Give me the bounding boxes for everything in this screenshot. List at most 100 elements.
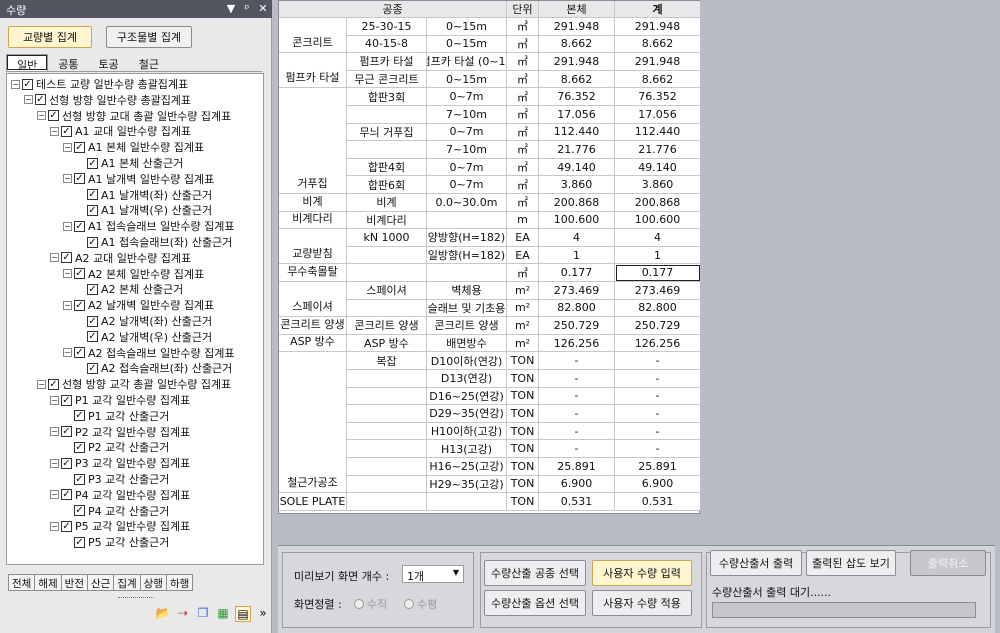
table-cell[interactable] bbox=[347, 387, 427, 406]
tree-checkbox[interactable]: ✓ bbox=[87, 283, 98, 295]
select-work-button[interactable]: 수량산출 공종 선택 bbox=[484, 560, 586, 586]
table-cell[interactable] bbox=[427, 211, 507, 230]
tree-collapse-icon[interactable]: − bbox=[63, 348, 72, 358]
table-cell[interactable]: m bbox=[507, 211, 539, 230]
table-cell[interactable]: 벽체용 bbox=[427, 282, 507, 300]
tree-node[interactable]: ✓ P3 교각 산출근거 bbox=[63, 471, 169, 487]
tree-collapse-icon[interactable]: − bbox=[24, 95, 33, 105]
category-cell[interactable]: 콘크리트 양생 bbox=[279, 317, 347, 335]
tree-node[interactable]: − ✓ A2 교대 일반수량 집계표 bbox=[50, 250, 191, 266]
tree-checkbox[interactable]: ✓ bbox=[74, 141, 85, 153]
tree-collapse-icon[interactable]: − bbox=[63, 221, 72, 231]
category-cell[interactable]: SOLE PLATE bbox=[279, 493, 347, 511]
preview-count-select[interactable]: 1개 ▼ bbox=[402, 565, 464, 583]
table-cell[interactable]: - bbox=[615, 405, 701, 423]
tree-node[interactable]: − ✓ P4 교각 일반수량 집계표 bbox=[50, 487, 190, 503]
table-cell[interactable]: m² bbox=[507, 282, 539, 300]
table-cell[interactable]: TON bbox=[507, 352, 539, 370]
table-cell[interactable]: 76.352 bbox=[615, 88, 701, 106]
category-cell[interactable]: 펌프카 타설 bbox=[279, 53, 347, 89]
table-cell[interactable] bbox=[427, 493, 507, 511]
tab-general[interactable]: 일반 bbox=[6, 54, 49, 72]
table-cell[interactable]: 100.600 bbox=[615, 211, 701, 230]
table-cell[interactable]: 49.140 bbox=[539, 158, 615, 177]
table-cell[interactable]: EA bbox=[507, 229, 539, 247]
tree-node[interactable]: − ✓ 선형 방향 교대 총괄 일반수량 집계표 bbox=[37, 108, 231, 124]
tree-collapse-icon[interactable]: − bbox=[50, 427, 59, 437]
table-cell[interactable]: 0.531 bbox=[539, 493, 615, 511]
user-apply-button[interactable]: 사용자 수량 적용 bbox=[592, 590, 692, 616]
tree-checkbox[interactable]: ✓ bbox=[61, 252, 72, 264]
table-cell[interactable]: - bbox=[539, 440, 615, 458]
tree-checkbox[interactable]: ✓ bbox=[74, 173, 85, 185]
category-cell[interactable]: 스페이셔 bbox=[279, 282, 347, 318]
tree-node[interactable]: − ✓ A2 본체 일반수량 집계표 bbox=[63, 266, 204, 282]
table-cell[interactable]: TON bbox=[507, 440, 539, 458]
tree-node[interactable]: − ✓ P1 교각 일반수량 집계표 bbox=[50, 392, 190, 408]
table-cell[interactable]: 합판3회 bbox=[347, 88, 427, 106]
table-cell[interactable]: TON bbox=[507, 387, 539, 406]
table-cell[interactable]: 무근 콘크리트 bbox=[347, 70, 427, 89]
table-cell[interactable]: 7~10m bbox=[427, 141, 507, 159]
table-cell[interactable]: 3.860 bbox=[615, 176, 701, 194]
tree-node[interactable]: − ✓ A2 접속슬래브 일반수량 집계표 bbox=[63, 345, 234, 361]
tree-node[interactable]: − ✓ P3 교각 일반수량 집계표 bbox=[50, 455, 190, 471]
tree-collapse-icon[interactable]: − bbox=[63, 142, 72, 152]
table-cell[interactable]: 6.900 bbox=[615, 475, 701, 494]
tree-collapse-icon[interactable]: − bbox=[37, 379, 46, 389]
tree-collapse-icon[interactable]: − bbox=[50, 521, 59, 531]
table-cell[interactable]: 200.868 bbox=[615, 194, 701, 212]
tree-checkbox[interactable]: ✓ bbox=[61, 457, 72, 469]
tree-collapse-icon[interactable]: − bbox=[63, 174, 72, 184]
table-cell[interactable]: ㎥ bbox=[507, 264, 539, 282]
tree-node[interactable]: ✓ P4 교각 산출근거 bbox=[63, 503, 169, 519]
category-cell[interactable]: 비계다리 bbox=[279, 211, 347, 230]
tree-action-button[interactable]: 하행 bbox=[165, 574, 194, 591]
table-cell[interactable]: 스페이셔 bbox=[347, 282, 427, 300]
table-cell[interactable]: 3.860 bbox=[539, 176, 615, 194]
structure-summary-button[interactable]: 구조물별 집계 bbox=[106, 26, 192, 48]
table-cell[interactable]: 0.177 bbox=[615, 264, 701, 282]
table-cell[interactable]: 0~15m bbox=[427, 70, 507, 89]
table-cell[interactable]: 4 bbox=[539, 229, 615, 247]
table-cell[interactable]: - bbox=[539, 405, 615, 423]
tree-action-button[interactable]: 반전 bbox=[60, 574, 88, 591]
tree-checkbox[interactable]: ✓ bbox=[74, 536, 85, 548]
table-cell[interactable]: H10이하(고강) bbox=[427, 422, 507, 441]
table-cell[interactable]: 콘크리트 양생 bbox=[347, 317, 427, 335]
tree-checkbox[interactable]: ✓ bbox=[87, 331, 98, 343]
tree-checkbox[interactable]: ✓ bbox=[87, 157, 98, 169]
table-cell[interactable]: TON bbox=[507, 493, 539, 511]
table-cell[interactable]: 21.776 bbox=[615, 141, 701, 159]
cancel-print-button[interactable]: 출력취소 bbox=[910, 550, 986, 576]
export-icon[interactable]: ⇢ bbox=[175, 606, 191, 622]
tree-checkbox[interactable]: ✓ bbox=[35, 94, 46, 106]
tree-collapse-icon[interactable]: − bbox=[63, 269, 72, 279]
table-cell[interactable] bbox=[347, 440, 427, 458]
table-cell[interactable]: D16~25(연강) bbox=[427, 387, 507, 406]
tree-checkbox[interactable]: ✓ bbox=[61, 394, 72, 406]
tree-checkbox[interactable]: ✓ bbox=[74, 299, 85, 311]
table-cell[interactable]: 0.177 bbox=[539, 264, 615, 282]
table-cell[interactable]: - bbox=[539, 370, 615, 388]
tree-action-button[interactable]: 집계 bbox=[113, 574, 141, 591]
table-cell[interactable]: 펌프카 타설 bbox=[347, 53, 427, 71]
category-cell[interactable]: 거푸집 bbox=[279, 88, 347, 194]
table-cell[interactable]: 0~7m bbox=[427, 123, 507, 142]
table-cell[interactable]: TON bbox=[507, 422, 539, 441]
close-icon[interactable]: ✕ bbox=[258, 2, 268, 15]
table-cell[interactable] bbox=[347, 141, 427, 159]
folder-open-icon[interactable]: 📂 bbox=[155, 606, 171, 622]
table-cell[interactable]: 1 bbox=[615, 246, 701, 265]
tree-node[interactable]: ✓ A2 날개벽(우) 산출근거 bbox=[76, 329, 212, 345]
table-cell[interactable] bbox=[427, 264, 507, 282]
tree-checkbox[interactable]: ✓ bbox=[87, 362, 98, 374]
tree-node[interactable]: ✓ A2 날개벽(좌) 산출근거 bbox=[76, 313, 212, 329]
table-cell[interactable]: 21.776 bbox=[539, 141, 615, 159]
tree-action-button[interactable]: 전체 bbox=[8, 574, 36, 591]
tree-collapse-icon[interactable]: − bbox=[50, 490, 59, 500]
table-cell[interactable]: 273.469 bbox=[539, 282, 615, 300]
table-cell[interactable]: - bbox=[539, 422, 615, 441]
table-cell[interactable]: - bbox=[615, 370, 701, 388]
tree-node[interactable]: ✓ P5 교각 산출근거 bbox=[63, 534, 169, 550]
